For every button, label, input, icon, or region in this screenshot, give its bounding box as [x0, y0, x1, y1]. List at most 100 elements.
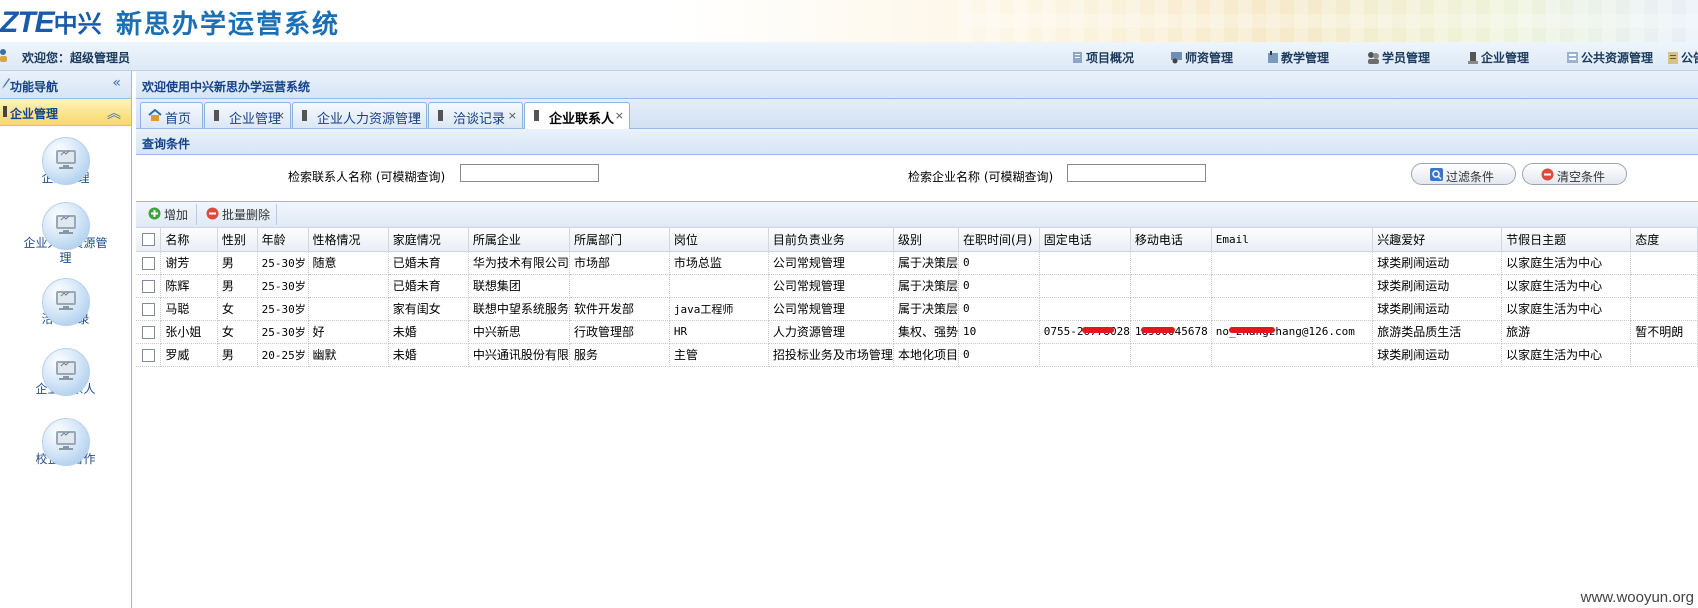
cell-holiday: 旅游	[1501, 320, 1632, 344]
tab-hr-management[interactable]: 企业人力资源管理 ×	[292, 102, 427, 128]
filter-button[interactable]: 过滤条件	[1411, 163, 1516, 185]
row-checkbox[interactable]	[136, 274, 162, 298]
clear-filter-button[interactable]: 清空条件	[1522, 163, 1627, 185]
cell-family: 未婚	[388, 343, 469, 367]
cell-attitude	[1630, 274, 1698, 298]
cell-company: 中兴通讯股份有限	[468, 343, 570, 367]
left-panel-title: 功能导航	[10, 80, 59, 94]
row-checkbox[interactable]	[136, 320, 162, 344]
cell-company: 华为技术有限公司	[468, 251, 570, 275]
contacts-grid: 名称 性别 年龄 性格情况 家庭情况 所属企业 所属部门 岗位 目前负责业务 级…	[136, 228, 1698, 367]
col-header-age[interactable]: 年龄	[257, 228, 309, 252]
sidebar-item-negotiation-records[interactable]: 洽谈记录	[0, 278, 131, 327]
sidebar-item-enterprise-management[interactable]: 企业管理	[0, 137, 131, 186]
collapse-left-icon[interactable]: «	[112, 75, 121, 91]
col-header-gender[interactable]: 性别	[217, 228, 258, 252]
cell-position: HR	[669, 320, 769, 344]
close-icon[interactable]: ×	[615, 109, 624, 122]
company-search-label: 检索企业名称 (可模糊查询)	[908, 170, 1054, 184]
close-icon[interactable]: ×	[276, 109, 285, 122]
contact-search-input[interactable]	[460, 164, 599, 182]
col-header-attitude[interactable]: 态度	[1630, 228, 1698, 252]
sidebar-item-school-enterprise-cooperation[interactable]: 校企业合作	[0, 418, 131, 467]
sidebar-item-hr-management[interactable]: 企业人力资源管理	[0, 202, 131, 266]
cell-mobile	[1130, 343, 1212, 367]
table-row[interactable]: 张小姐 女 25-30岁 好 未婚 中兴新思 行政管理部 HR 人力资源管理 集…	[136, 320, 1698, 344]
contacts-table: 名称 性别 年龄 性格情况 家庭情况 所属企业 所属部门 岗位 目前负责业务 级…	[136, 228, 1698, 367]
col-header-department[interactable]: 所属部门	[569, 228, 670, 252]
table-row[interactable]: 马聪 女 25-30岁 家有闺女 联想中望系统服务 软件开发部 java工程师 …	[136, 297, 1698, 321]
nav-teaching-management[interactable]: 教学管理	[1267, 49, 1329, 66]
enterprise-icon	[534, 110, 539, 121]
cell-age: 25-30岁	[257, 274, 309, 298]
tab-negotiation-records[interactable]: 洽谈记录 ×	[428, 102, 523, 128]
col-header-position[interactable]: 岗位	[669, 228, 769, 252]
top-nav-bar: 欢迎您：超级管理员 项目概况 师资管理 教学管理 学员管理 企业管理 公共资源管…	[0, 42, 1698, 71]
sidebar-item-enterprise-contacts[interactable]: 企业联系人	[0, 348, 131, 397]
company-search-input[interactable]	[1067, 164, 1206, 182]
cell-tenure: 0	[958, 251, 1040, 275]
table-row[interactable]: 谢芳 男 25-30岁 随意 已婚未育 华为技术有限公司 市场部 市场总监 公司…	[136, 251, 1698, 275]
col-header-business[interactable]: 目前负责业务	[768, 228, 894, 252]
tab-enterprise-management[interactable]: 企业管理 ×	[204, 102, 291, 128]
col-header-personality[interactable]: 性格情况	[308, 228, 389, 252]
cell-age: 25-30岁	[257, 297, 309, 321]
col-header-name[interactable]: 名称	[160, 228, 218, 252]
col-header-holiday[interactable]: 节假日主题	[1501, 228, 1632, 252]
cell-level: 属于决策层	[893, 251, 959, 275]
row-checkbox[interactable]	[136, 343, 162, 367]
cell-gender: 女	[217, 320, 258, 344]
main-panel: 欢迎使用中兴新思办学运营系统 首页 企业管理 × 企业人力资源管理 × 洽谈记录…	[136, 71, 1698, 608]
col-header-family[interactable]: 家庭情况	[388, 228, 469, 252]
close-icon[interactable]: ×	[508, 109, 517, 122]
enterprise-icon	[3, 106, 7, 117]
cell-landline	[1039, 297, 1131, 321]
home-icon	[148, 109, 162, 121]
tab-home[interactable]: 首页	[140, 102, 203, 128]
enterprise-icon	[1468, 52, 1478, 64]
accordion-header-enterprise[interactable]: 企业管理 ︽	[0, 99, 131, 126]
teaching-icon	[1268, 51, 1278, 63]
col-header-level[interactable]: 级别	[893, 228, 959, 252]
nav-enterprise-management[interactable]: 企业管理	[1467, 49, 1529, 66]
watermark-text: www.wooyun.org	[1580, 589, 1694, 606]
grid-header-row: 名称 性别 年龄 性格情况 家庭情况 所属企业 所属部门 岗位 目前负责业务 级…	[136, 228, 1698, 252]
redaction-mark	[1229, 327, 1275, 333]
select-all-checkbox[interactable]	[136, 228, 162, 252]
cell-attitude: 暂不明朗	[1630, 320, 1698, 344]
cell-hobby: 球类刷闹运动	[1372, 343, 1503, 367]
cell-tenure: 10	[958, 320, 1040, 344]
table-row[interactable]: 罗威 男 20-25岁 幽默 未婚 中兴通讯股份有限 服务 主管 招投标业务及市…	[136, 343, 1698, 367]
resource-icon	[1567, 52, 1578, 63]
col-header-company[interactable]: 所属企业	[468, 228, 570, 252]
enterprise-icon	[438, 110, 443, 121]
cell-personality	[308, 297, 389, 321]
table-row[interactable]: 陈辉 男 25-30岁 已婚未育 联想集团 公司常规管理 属于决策层 0 球类刷…	[136, 274, 1698, 298]
col-header-mobile[interactable]: 移动电话	[1130, 228, 1212, 252]
chevron-up-icon[interactable]: ︽	[107, 103, 121, 123]
clear-icon	[1541, 168, 1554, 181]
nav-project-overview[interactable]: 项目概况	[1072, 49, 1134, 66]
col-header-tenure[interactable]: 在职时间(月)	[958, 228, 1040, 252]
close-icon[interactable]: ×	[412, 109, 421, 122]
row-checkbox[interactable]	[136, 297, 162, 321]
cell-holiday: 以家庭生活为中心	[1501, 274, 1632, 298]
nav-announcement[interactable]: 公告	[1667, 49, 1698, 66]
header-mosaic-decoration	[958, 0, 1698, 42]
cell-business: 公司常规管理	[768, 251, 894, 275]
col-header-hobby[interactable]: 兴趣爱好	[1372, 228, 1503, 252]
search-icon	[1430, 168, 1443, 181]
tab-enterprise-contacts[interactable]: 企业联系人 ×	[524, 102, 630, 129]
cell-holiday: 以家庭生活为中心	[1501, 251, 1632, 275]
col-header-landline[interactable]: 固定电话	[1039, 228, 1131, 252]
cell-hobby: 旅游类品质生活	[1372, 320, 1503, 344]
nav-student-management[interactable]: 学员管理	[1367, 49, 1430, 66]
col-header-email[interactable]: Email	[1211, 228, 1374, 252]
cell-name: 马聪	[160, 297, 218, 321]
nav-public-resource-management[interactable]: 公共资源管理	[1566, 49, 1653, 66]
row-checkbox[interactable]	[136, 251, 162, 275]
cell-company: 联想中望系统服务	[468, 297, 570, 321]
nav-teacher-management[interactable]: 师资管理	[1170, 49, 1233, 66]
cell-company: 中兴新思	[468, 320, 570, 344]
user-icon	[0, 49, 7, 62]
